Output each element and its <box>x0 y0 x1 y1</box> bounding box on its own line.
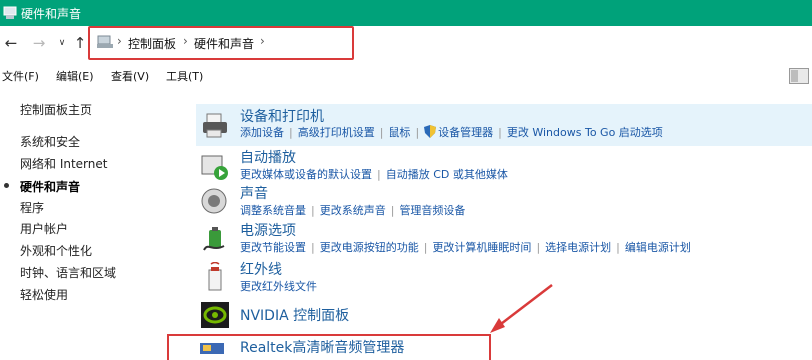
annotation-arrow <box>490 284 553 333</box>
